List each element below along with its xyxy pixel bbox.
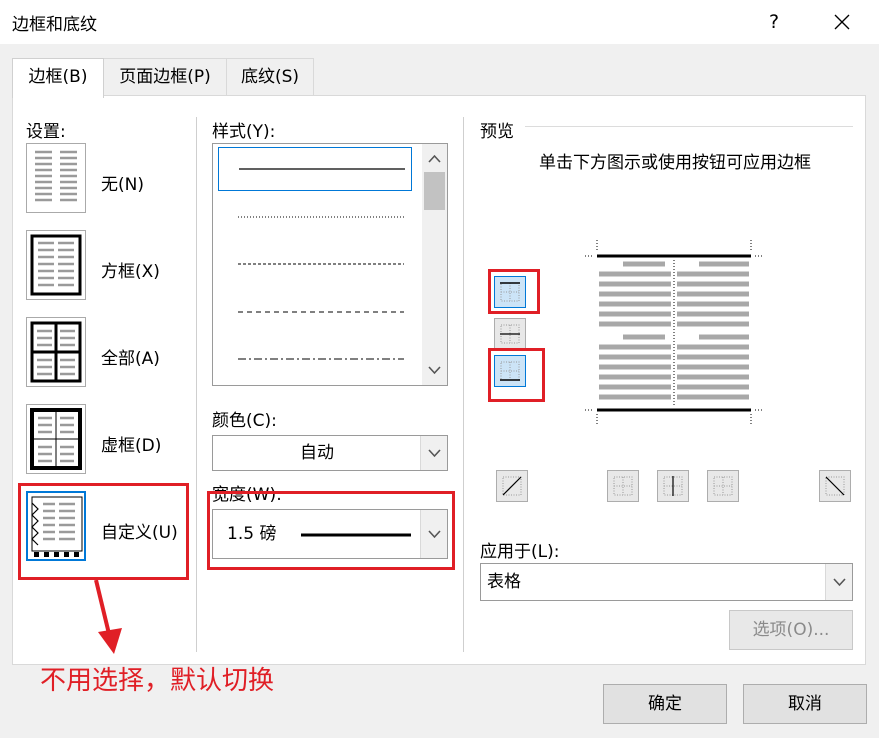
annotation-arrow-icon	[94, 579, 122, 654]
color-dropdown-arrow[interactable]	[420, 436, 447, 470]
style-item-dense-dashed[interactable]	[218, 253, 412, 275]
border-right-icon	[713, 476, 733, 496]
scrollbar-arrows-icon	[424, 154, 445, 375]
style-scrollbar[interactable]	[422, 144, 447, 385]
border-box-icon	[30, 234, 82, 296]
diagonal-up-border-button[interactable]	[496, 470, 528, 502]
border-diagonal-down-icon	[825, 476, 845, 496]
tab-shading[interactable]: 底纹(S)	[226, 58, 314, 96]
tab-borders[interactable]: 边框(B)	[12, 58, 104, 98]
diagonal-down-border-button[interactable]	[819, 470, 851, 502]
top-border-highlight-box	[488, 269, 540, 314]
apply-to-dropdown-arrow[interactable]	[825, 564, 852, 600]
left-border-button[interactable]	[607, 470, 639, 502]
right-border-button[interactable]	[707, 470, 739, 502]
color-combobox[interactable]: 自动	[212, 435, 448, 471]
custom-highlight-box	[18, 483, 189, 580]
setting-all-label: 全部(A)	[101, 349, 160, 369]
settings-heading: 设置:	[26, 122, 66, 142]
tab-page-borders[interactable]: 页面边框(P)	[103, 58, 227, 96]
inside-vertical-border-button[interactable]	[657, 470, 689, 502]
setting-box-button[interactable]	[26, 230, 86, 300]
line-dense-dashed-icon	[238, 263, 404, 265]
options-button[interactable]: 选项(O)...	[729, 610, 853, 650]
width-highlight-box	[207, 491, 455, 570]
setting-none-button[interactable]	[26, 143, 86, 213]
style-item-solid[interactable]	[218, 147, 412, 191]
border-grid-icon	[30, 408, 82, 470]
border-inside-horizontal-icon	[500, 324, 520, 344]
apply-to-value: 表格	[487, 572, 521, 592]
apply-to-heading: 应用于(L):	[480, 542, 560, 562]
line-dotted-icon	[238, 216, 404, 218]
style-listbox[interactable]	[212, 143, 448, 386]
setting-grid-label: 虚框(D)	[101, 436, 162, 456]
setting-none-label: 无(N)	[101, 175, 144, 195]
style-item-dotted[interactable]	[218, 206, 412, 228]
border-all-icon	[30, 321, 82, 383]
bottom-border-highlight-box	[488, 348, 545, 402]
border-diagonal-up-icon	[502, 476, 522, 496]
border-inside-vertical-icon	[663, 476, 683, 496]
style-heading: 样式(Y):	[212, 122, 276, 142]
help-button[interactable]: ?	[752, 4, 796, 40]
inside-horizontal-border-button[interactable]	[494, 318, 526, 350]
preview-heading: 预览	[480, 122, 514, 142]
color-value: 自动	[300, 443, 334, 463]
chevron-down-icon	[833, 578, 846, 587]
border-left-icon	[613, 476, 633, 496]
setting-all-button[interactable]	[26, 317, 86, 387]
annotation-text: 不用选择，默认切换	[40, 666, 275, 696]
style-item-dashed[interactable]	[218, 301, 412, 323]
separator-right	[463, 117, 464, 652]
border-none-icon	[35, 150, 77, 202]
close-icon	[834, 14, 850, 30]
chevron-down-icon	[428, 449, 441, 458]
line-dash-dot-icon	[238, 358, 404, 360]
dialog-title: 边框和底纹	[12, 15, 97, 35]
title-bar	[0, 0, 879, 44]
color-heading: 颜色(C):	[212, 411, 277, 431]
separator-left	[196, 117, 197, 652]
line-dashed-icon	[238, 311, 404, 313]
close-button[interactable]	[820, 4, 864, 40]
apply-to-combobox[interactable]: 表格	[480, 563, 853, 601]
preview-canvas[interactable]	[585, 238, 765, 426]
ok-button[interactable]: 确定	[603, 684, 727, 724]
setting-grid-button[interactable]	[26, 404, 86, 474]
line-solid-icon	[239, 168, 405, 170]
style-item-dash-dot[interactable]	[218, 348, 412, 370]
setting-box-label: 方框(X)	[101, 262, 160, 282]
preview-hint: 单击下方图示或使用按钮可应用边框	[539, 153, 811, 173]
preview-heading-rule	[525, 126, 853, 127]
cancel-button[interactable]: 取消	[743, 684, 867, 724]
